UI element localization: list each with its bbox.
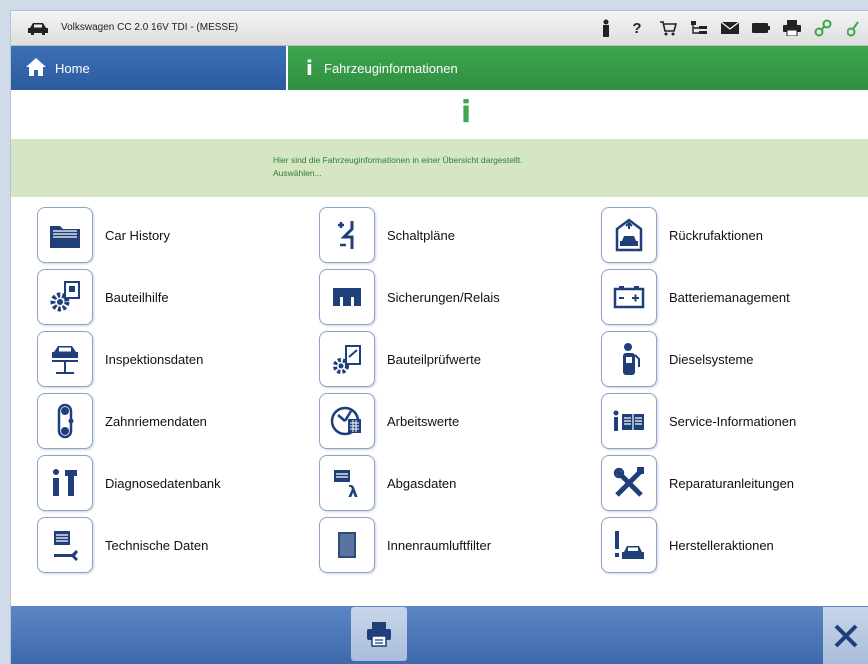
home-label: Home — [55, 61, 90, 76]
menu-item-rueckrufaktionen[interactable]: Rückrufaktionen — [601, 207, 763, 263]
menu-item-label: Reparaturanleitungen — [669, 475, 795, 491]
menu-item-zahnriemendaten[interactable]: Zahnriemendaten — [37, 393, 207, 449]
vehicle-info-label: Fahrzeuginformationen — [324, 61, 458, 76]
bottom-bar — [11, 606, 868, 664]
menu-item-technische-daten[interactable]: Technische Daten — [37, 517, 208, 573]
person-icon[interactable] — [595, 17, 617, 39]
menu-item-abgasdaten[interactable]: λ Abgasdaten — [319, 455, 456, 511]
book-lambda-icon: λ — [319, 455, 375, 511]
close-icon — [833, 623, 859, 649]
printer-icon — [365, 620, 393, 648]
timing-belt-icon — [37, 393, 93, 449]
gear-document-icon — [37, 269, 93, 325]
menu-item-label: Arbeitswerte — [387, 413, 460, 429]
menu-item-label: Dieselsysteme — [669, 351, 754, 367]
info-banner: Hier sind die Fahrzeuginformationen in e… — [11, 139, 868, 197]
filter-icon — [319, 517, 375, 573]
app-frame: Volkswagen CC 2.0 16V TDI - (MESSE) ? Ho… — [10, 10, 868, 664]
info-wrench-icon — [37, 455, 93, 511]
menu-item-label: Bauteilprüfwerte — [387, 351, 481, 367]
info-hint: Auswählen... — [273, 168, 322, 178]
connection-icon[interactable] — [843, 17, 865, 39]
car-lift-icon — [37, 331, 93, 387]
circuit-diagram-icon — [319, 207, 375, 263]
menu-item-label: Herstelleraktionen — [669, 537, 774, 553]
info-header-icon: i — [460, 95, 472, 130]
menu-item-car-history[interactable]: Car History — [37, 207, 170, 263]
menu-item-label: Bauteilhilfe — [105, 289, 169, 305]
menu-item-schaltplaene[interactable]: Schaltpläne — [319, 207, 455, 263]
menu-item-label: Technische Daten — [105, 537, 209, 553]
menu-item-bauteilpruefwerte[interactable]: Bauteilprüfwerte — [319, 331, 481, 387]
menu-item-label: Schaltpläne — [387, 227, 455, 243]
recall-car-icon — [601, 207, 657, 263]
mail-icon[interactable] — [719, 17, 741, 39]
print-button[interactable] — [351, 607, 407, 661]
info-text: Hier sind die Fahrzeuginformationen in e… — [273, 155, 523, 165]
menu-item-herstelleraktionen[interactable]: Herstelleraktionen — [601, 517, 774, 573]
menu-item-label: Car History — [105, 227, 171, 243]
menu-item-reparaturanleitungen[interactable]: Reparaturanleitungen — [601, 455, 794, 511]
printer-icon[interactable] — [781, 17, 803, 39]
car-icon — [27, 21, 49, 35]
battery-management-icon — [601, 269, 657, 325]
window-title: Volkswagen CC 2.0 16V TDI - (MESSE) — [61, 22, 239, 33]
home-icon — [25, 57, 47, 77]
gear-meter-icon — [319, 331, 375, 387]
cart-icon[interactable] — [657, 17, 679, 39]
title-bar: Volkswagen CC 2.0 16V TDI - (MESSE) ? — [11, 11, 868, 46]
hierarchy-icon[interactable] — [688, 17, 710, 39]
menu-item-inspektionsdaten[interactable]: Inspektionsdaten — [37, 331, 203, 387]
menu-item-label: Sicherungen/Relais — [387, 289, 500, 305]
fuse-icon — [319, 269, 375, 325]
clock-calculator-icon — [319, 393, 375, 449]
diesel-pump-icon — [601, 331, 657, 387]
toolbar: ? — [595, 17, 868, 39]
menu-item-sicherungen-relais[interactable]: Sicherungen/Relais — [319, 269, 500, 325]
close-button[interactable] — [823, 607, 868, 664]
menu-item-label: Abgasdaten — [387, 475, 457, 491]
info-icon: i — [306, 56, 313, 80]
svg-text:λ: λ — [348, 482, 358, 500]
vehicle-info-tab[interactable]: i Fahrzeuginformationen — [288, 46, 868, 90]
menu-item-label: Innenraumluftfilter — [387, 537, 492, 553]
home-tab[interactable]: Home — [11, 46, 286, 90]
menu-item-diagnosedatenbank[interactable]: Diagnosedatenbank — [37, 455, 221, 511]
tools-icon — [601, 455, 657, 511]
menu-item-service-informationen[interactable]: Service-Informationen — [601, 393, 796, 449]
menu-item-innenraumluftfilter[interactable]: Innenraumluftfilter — [319, 517, 491, 573]
menu-item-label: Service-Informationen — [669, 413, 797, 429]
menu-item-bauteilhilfe[interactable]: Bauteilhilfe — [37, 269, 169, 325]
menu-item-label: Rückrufaktionen — [669, 227, 763, 243]
folder-icon — [37, 207, 93, 263]
link-icon[interactable] — [812, 17, 834, 39]
menu-item-label: Batteriemanagement — [669, 289, 790, 305]
book-wrench-icon — [37, 517, 93, 573]
menu-item-dieselsysteme[interactable]: Dieselsysteme — [601, 331, 754, 387]
help-icon[interactable]: ? — [626, 17, 648, 39]
menu-item-arbeitswerte[interactable]: Arbeitswerte — [319, 393, 459, 449]
menu-item-label: Inspektionsdaten — [105, 351, 204, 367]
menu-item-label: Diagnosedatenbank — [105, 475, 221, 491]
alert-car-icon — [601, 517, 657, 573]
menu-item-label: Zahnriemendaten — [105, 413, 207, 429]
battery-icon[interactable] — [750, 17, 772, 39]
info-book-icon — [601, 393, 657, 449]
menu-item-batteriemanagement[interactable]: Batteriemanagement — [601, 269, 790, 325]
